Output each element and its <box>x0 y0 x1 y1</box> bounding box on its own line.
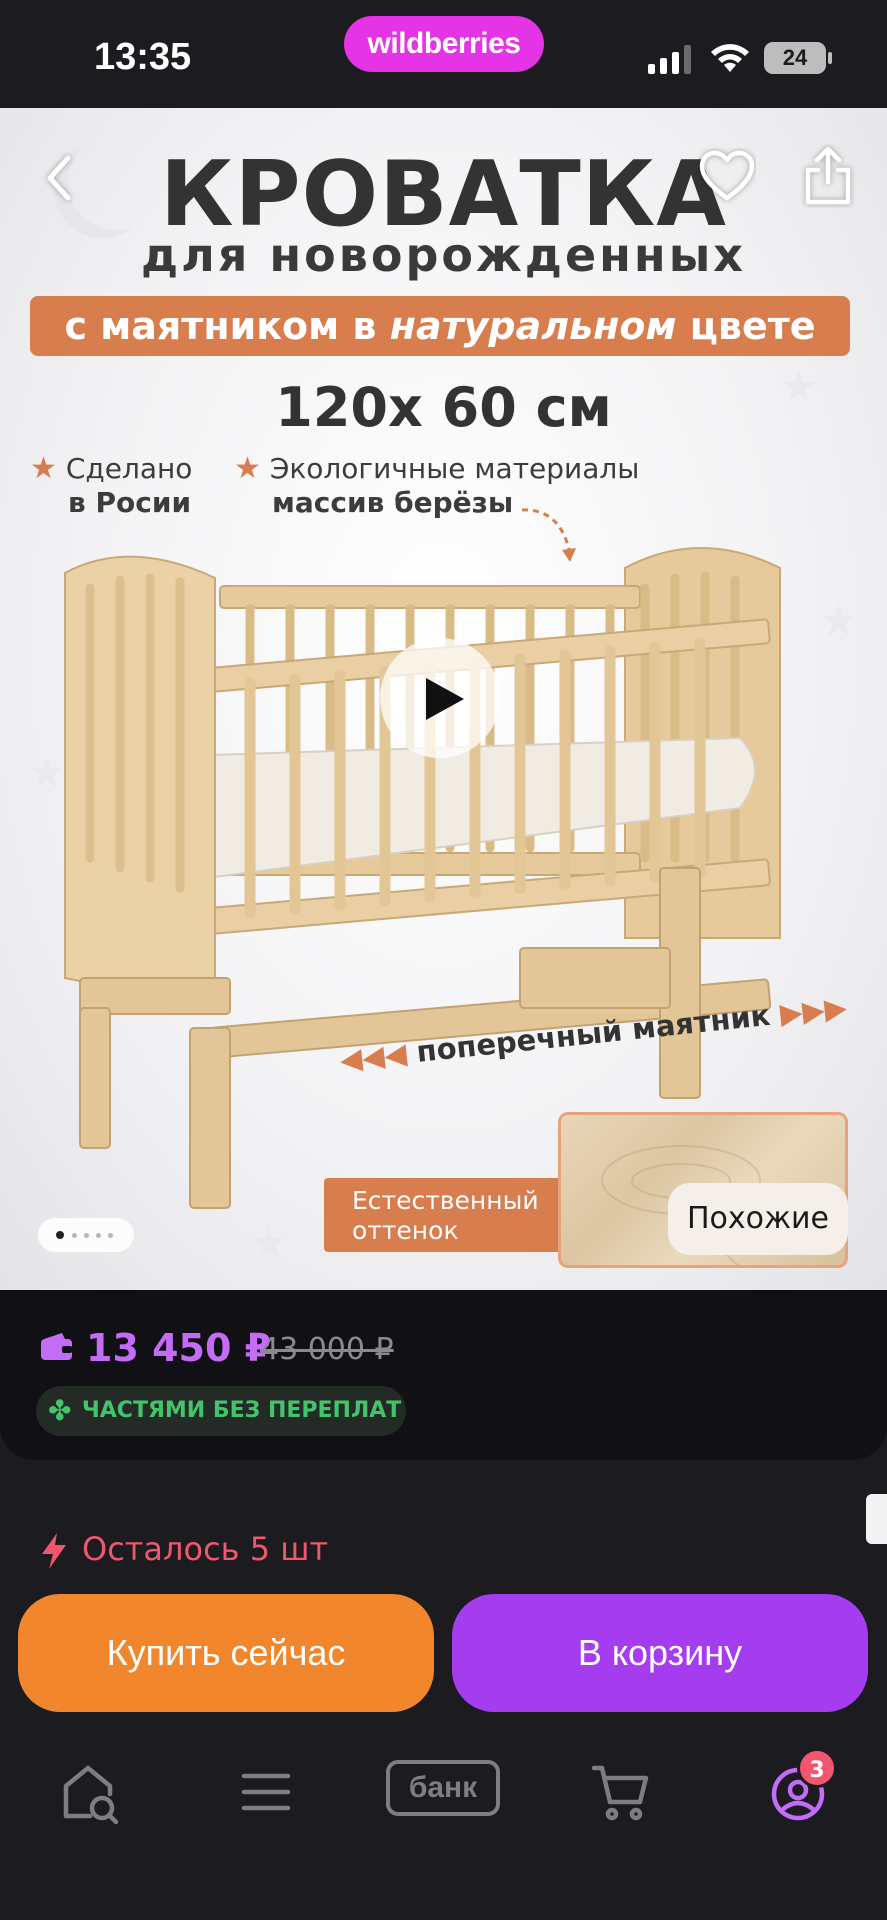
wifi-icon <box>711 44 749 72</box>
share-icon[interactable] <box>798 144 858 208</box>
clover-icon: ✤ <box>48 1394 72 1427</box>
carousel-dot <box>84 1233 89 1238</box>
arrows-left-icon: ◀◀◀ <box>338 1036 409 1077</box>
price-card: 13 450 ₽ 43 000 ₽ ✤ ЧАСТЯМИ БЕЗ ПЕРЕПЛАТ <box>0 1290 887 1460</box>
wallet-icon <box>41 1333 72 1360</box>
tone-label-line2: оттенок <box>352 1216 459 1245</box>
cart-icon[interactable] <box>580 1760 660 1824</box>
star-icon: ★ <box>234 451 261 486</box>
lightning-icon <box>42 1533 66 1569</box>
carousel-indicator <box>38 1218 134 1252</box>
play-video-button[interactable] <box>380 638 500 758</box>
feature-made-in-line1: Сделано <box>65 452 193 485</box>
product-page: 13:35 wildberries 24 ★ ★ ★ ★ ★ КРОВАТКА … <box>0 0 887 1920</box>
home-search-icon[interactable] <box>56 1760 136 1824</box>
signal-icon <box>648 45 691 74</box>
carousel-dot <box>96 1233 101 1238</box>
feature-materials-line1: Экологичные материалы <box>269 452 640 485</box>
installments-text: ЧАСТЯМИ БЕЗ ПЕРЕПЛАТ <box>82 1398 402 1423</box>
similar-button[interactable]: Похожие <box>668 1183 848 1255</box>
installments-badge[interactable]: ✤ ЧАСТЯМИ БЕЗ ПЕРЕПЛАТ <box>36 1386 406 1436</box>
battery-tip <box>828 52 832 64</box>
star-icon: ★ <box>30 451 57 486</box>
ribbon-text-end: цвете <box>676 304 816 348</box>
hero-ribbon: с маятником в натуральном цвете <box>30 296 850 356</box>
status-time: 13:35 <box>94 36 192 78</box>
arrows-right-icon: ▶▶▶ <box>778 989 849 1031</box>
ribbon-text-start: с маятником в <box>64 304 390 348</box>
current-price: 13 450 ₽ <box>86 1326 272 1370</box>
carousel-dot <box>72 1233 77 1238</box>
carousel-dot-active <box>56 1231 64 1239</box>
heart-icon[interactable] <box>698 148 756 204</box>
menu-icon[interactable] <box>226 1760 306 1824</box>
carousel-dot <box>108 1233 113 1238</box>
add-to-cart-button[interactable]: В корзину <box>452 1594 868 1712</box>
ribbon-text-emphasis: натуральном <box>389 304 677 348</box>
buy-now-button[interactable]: Купить сейчас <box>18 1594 434 1712</box>
tone-label-line1: Естественный <box>352 1186 539 1215</box>
tone-label: Естественный оттенок <box>324 1178 564 1252</box>
action-panel: Осталось 5 шт Купить сейчас В корзину <box>0 1474 887 1920</box>
bank-tab[interactable]: банк <box>386 1760 500 1816</box>
back-icon[interactable] <box>40 150 80 206</box>
hero-size: 120x 60 см <box>275 376 612 439</box>
profile-notification-badge: 3 <box>797 1748 837 1788</box>
old-price: 43 000 ₽ <box>260 1332 394 1367</box>
stock-remaining: Осталось 5 шт <box>82 1530 329 1568</box>
status-bar: 13:35 wildberries 24 <box>0 0 887 108</box>
side-peek-tab <box>866 1494 887 1544</box>
product-gallery[interactable]: ★ ★ ★ ★ ★ КРОВАТКА для новорожденных с м… <box>0 108 887 1290</box>
hero-subtitle: для новорожденных <box>141 228 746 282</box>
brand-pill: wildberries <box>344 16 544 72</box>
battery-indicator: 24 <box>764 42 826 74</box>
